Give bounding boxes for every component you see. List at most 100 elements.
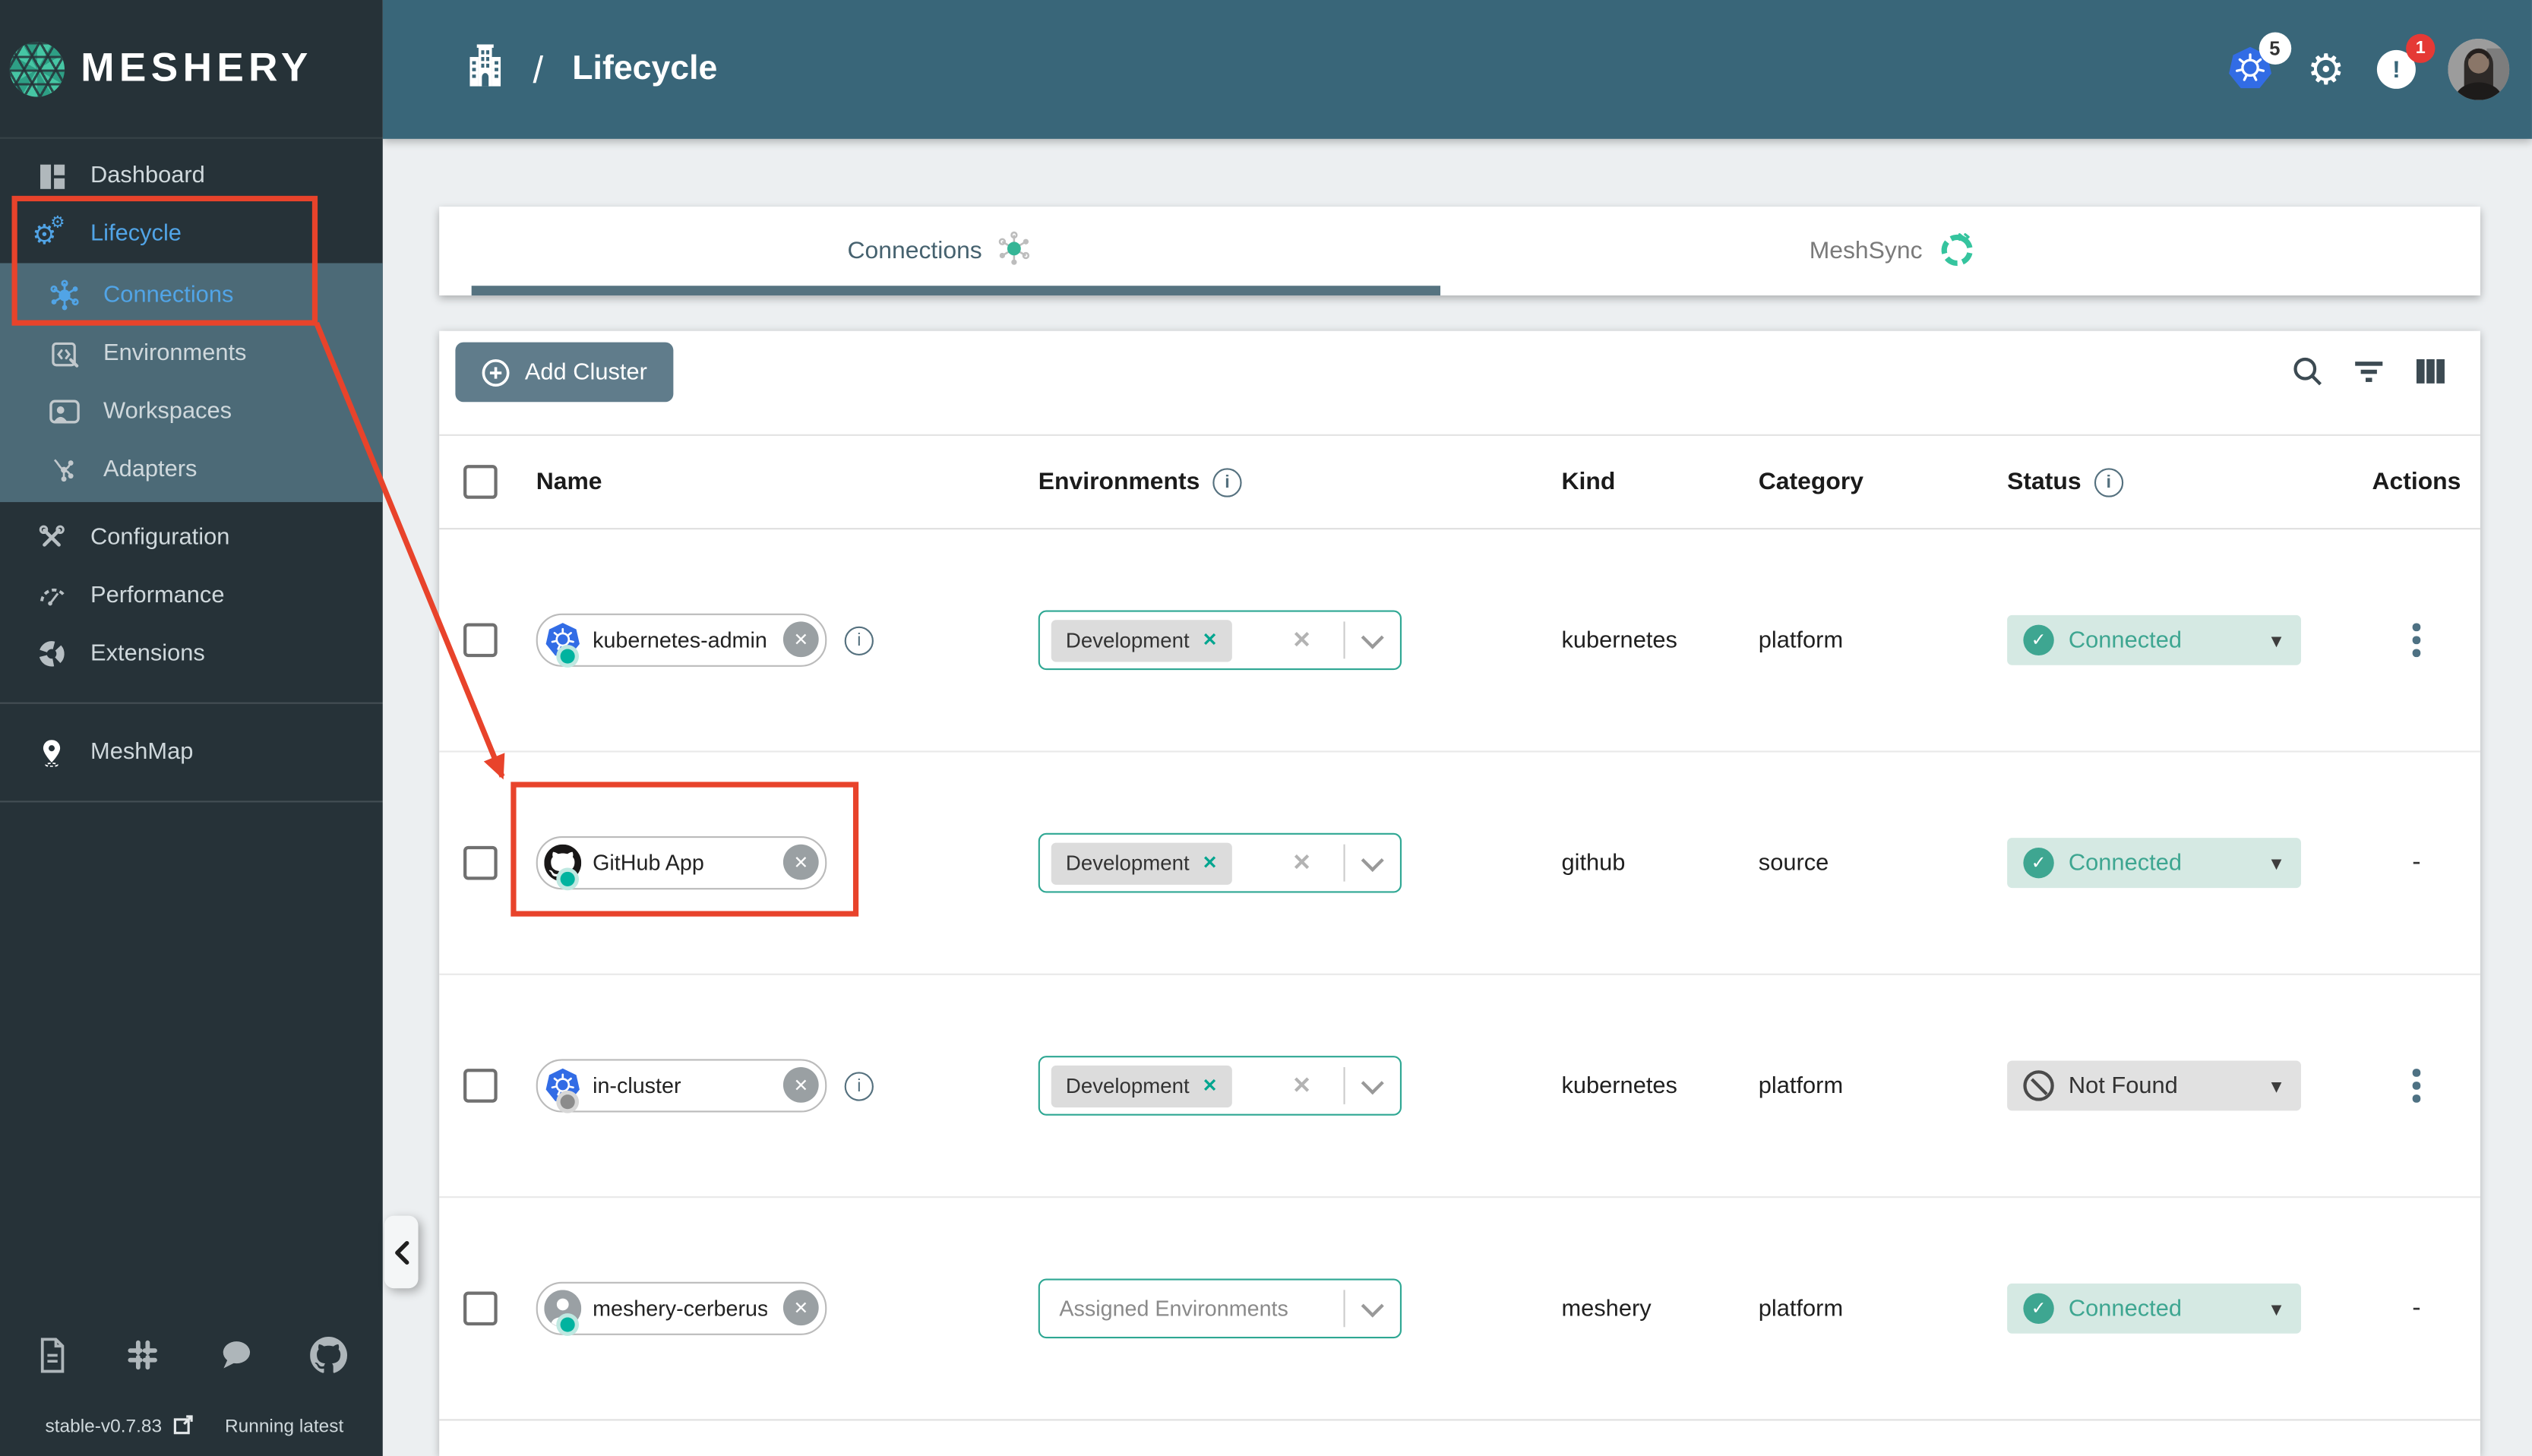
status-chip[interactable]: ✓ Connected ▾ bbox=[2007, 614, 2301, 665]
connection-name: kubernetes-admin… bbox=[593, 627, 767, 652]
sidebar-item-extensions[interactable]: Extensions bbox=[0, 625, 383, 684]
kind-cell: kubernetes bbox=[1561, 627, 1677, 653]
sidebar-item-label: Dashboard bbox=[90, 163, 205, 189]
chevron-down-icon[interactable] bbox=[1361, 1071, 1384, 1094]
sidebar-item-configuration[interactable]: Configuration bbox=[0, 509, 383, 567]
page-title: Lifecycle bbox=[572, 49, 718, 87]
environments-info-icon[interactable]: i bbox=[1212, 467, 1242, 497]
connection-name-chip[interactable]: in-cluster ✕ bbox=[536, 1059, 827, 1113]
connection-name-chip[interactable]: GitHub App ✕ bbox=[536, 836, 827, 890]
notifications-button[interactable]: ! 1 bbox=[2376, 33, 2436, 89]
logo[interactable]: MESHERY bbox=[0, 0, 383, 139]
chevron-down-icon[interactable] bbox=[1361, 848, 1384, 871]
remove-environment-icon[interactable]: ✕ bbox=[1203, 852, 1218, 873]
docs-icon[interactable] bbox=[36, 1337, 70, 1382]
sidebar-item-connections[interactable]: Connections bbox=[0, 267, 383, 325]
remove-connection-icon[interactable]: ✕ bbox=[782, 1067, 819, 1103]
workspaces-icon bbox=[49, 396, 81, 428]
row-checkbox[interactable] bbox=[463, 845, 498, 880]
status-info-icon[interactable]: i bbox=[2094, 467, 2123, 497]
actions-menu-icon[interactable] bbox=[2407, 617, 2427, 664]
plus-circle-icon bbox=[482, 358, 510, 386]
sidebar-item-label: Extensions bbox=[90, 640, 205, 667]
tab-connections-label: Connections bbox=[847, 237, 982, 265]
user-avatar[interactable] bbox=[2448, 39, 2510, 100]
kubernetes-context-button[interactable]: 5 bbox=[2227, 32, 2291, 94]
select-divider bbox=[1343, 844, 1345, 882]
filter-icon[interactable] bbox=[2351, 354, 2387, 390]
environments-select[interactable]: Development ✕ ✕ bbox=[1038, 610, 1402, 671]
sidebar-item-workspaces[interactable]: Workspaces bbox=[0, 383, 383, 441]
update-status-label: Running latest bbox=[224, 1417, 344, 1437]
clear-environments-icon[interactable]: ✕ bbox=[1292, 627, 1311, 654]
select-divider bbox=[1343, 621, 1345, 659]
connected-check-icon: ✓ bbox=[2023, 1293, 2054, 1324]
select-all-checkbox[interactable] bbox=[463, 465, 498, 499]
sidebar-item-dashboard[interactable]: Dashboard bbox=[0, 147, 383, 205]
organization-building-icon[interactable] bbox=[466, 43, 504, 96]
sidebar-item-adapters[interactable]: Adapters bbox=[0, 441, 383, 499]
connection-name-chip[interactable]: meshery-cerberus-0 ✕ bbox=[536, 1281, 827, 1335]
environments-select[interactable]: Assigned Environments bbox=[1038, 1278, 1402, 1339]
tab-meshsync-label: MeshSync bbox=[1809, 237, 1923, 265]
row-checkbox[interactable] bbox=[463, 623, 498, 658]
tab-meshsync[interactable]: MeshSync bbox=[1440, 207, 2344, 295]
table-header-row: Name Environments i Kind Category Status… bbox=[439, 436, 2480, 530]
chevron-down-icon[interactable] bbox=[1361, 625, 1384, 649]
row-checkbox[interactable] bbox=[463, 1069, 498, 1103]
not-found-icon bbox=[2023, 1070, 2054, 1101]
status-chip[interactable]: ✓ Connected ▾ bbox=[2007, 1283, 2301, 1334]
add-cluster-button[interactable]: Add Cluster bbox=[455, 342, 673, 403]
status-chip[interactable]: Not Found ▾ bbox=[2007, 1060, 2301, 1111]
connection-status-dot bbox=[560, 1317, 575, 1332]
remove-connection-icon[interactable]: ✕ bbox=[782, 844, 819, 880]
meshery-app: MESHERY Dashboard ⚙ ⚙ Lifecycle Connectio… bbox=[0, 0, 2532, 1456]
sidebar-item-lifecycle[interactable]: ⚙ ⚙ Lifecycle bbox=[0, 205, 383, 264]
column-header-name[interactable]: Name bbox=[536, 468, 1038, 495]
remove-connection-icon[interactable]: ✕ bbox=[782, 1290, 819, 1326]
connection-info-icon[interactable]: i bbox=[844, 625, 874, 655]
clear-environments-icon[interactable]: ✕ bbox=[1292, 1072, 1311, 1099]
top-header: / Lifecycle 5 ⚙ ! 1 bbox=[382, 0, 2532, 139]
status-chip[interactable]: ✓ Connected ▾ bbox=[2007, 838, 2301, 889]
environments-select[interactable]: Development ✕ ✕ bbox=[1038, 832, 1402, 893]
remove-environment-icon[interactable]: ✕ bbox=[1203, 1075, 1218, 1097]
row-checkbox[interactable] bbox=[463, 1291, 498, 1326]
external-link-icon[interactable] bbox=[173, 1414, 194, 1440]
column-header-status[interactable]: Status bbox=[2007, 468, 2081, 495]
environment-chip[interactable]: Development ✕ bbox=[1051, 619, 1232, 662]
sidebar-item-environments[interactable]: Environments bbox=[0, 324, 383, 383]
column-header-environments[interactable]: Environments bbox=[1038, 468, 1200, 495]
select-divider bbox=[1343, 1290, 1345, 1328]
environment-chip[interactable]: Development ✕ bbox=[1051, 842, 1232, 884]
environment-chip[interactable]: Development ✕ bbox=[1051, 1064, 1232, 1107]
chevron-down-icon[interactable] bbox=[1361, 1293, 1384, 1317]
status-label: Connected bbox=[2068, 850, 2182, 876]
actions-menu-icon[interactable] bbox=[2407, 1063, 2427, 1109]
table-row-kubernetes-admin: kubernetes-admin… ✕ i Development ✕ ✕ ku… bbox=[439, 529, 2480, 753]
sidebar-item-meshmap[interactable]: MeshMap bbox=[0, 723, 383, 782]
settings-gear-icon[interactable]: ⚙ bbox=[2307, 49, 2345, 90]
remove-connection-icon[interactable]: ✕ bbox=[782, 621, 819, 658]
sidebar-divider bbox=[0, 801, 383, 803]
sidebar-item-performance[interactable]: Performance bbox=[0, 567, 383, 625]
connection-name-chip[interactable]: kubernetes-admin… ✕ bbox=[536, 613, 827, 667]
sidebar-item-label: Lifecycle bbox=[90, 221, 182, 248]
view-columns-icon[interactable] bbox=[2413, 354, 2448, 390]
chat-icon[interactable] bbox=[217, 1338, 253, 1380]
configuration-icon bbox=[36, 522, 68, 554]
extensions-icon bbox=[36, 638, 68, 671]
slack-icon[interactable] bbox=[126, 1338, 160, 1380]
connection-info-icon[interactable]: i bbox=[844, 1071, 874, 1101]
column-header-category[interactable]: Category bbox=[1759, 468, 2007, 495]
connected-check-icon: ✓ bbox=[2023, 847, 2054, 879]
search-icon[interactable] bbox=[2290, 354, 2325, 390]
connection-name: in-cluster bbox=[593, 1073, 681, 1098]
github-icon[interactable] bbox=[310, 1336, 347, 1382]
environments-select[interactable]: Development ✕ ✕ bbox=[1038, 1056, 1402, 1116]
sidebar-collapse-button[interactable] bbox=[384, 1215, 419, 1289]
tab-connections[interactable]: Connections bbox=[439, 207, 1440, 295]
remove-environment-icon[interactable]: ✕ bbox=[1203, 630, 1218, 651]
column-header-kind[interactable]: Kind bbox=[1561, 468, 1758, 495]
clear-environments-icon[interactable]: ✕ bbox=[1292, 849, 1311, 876]
